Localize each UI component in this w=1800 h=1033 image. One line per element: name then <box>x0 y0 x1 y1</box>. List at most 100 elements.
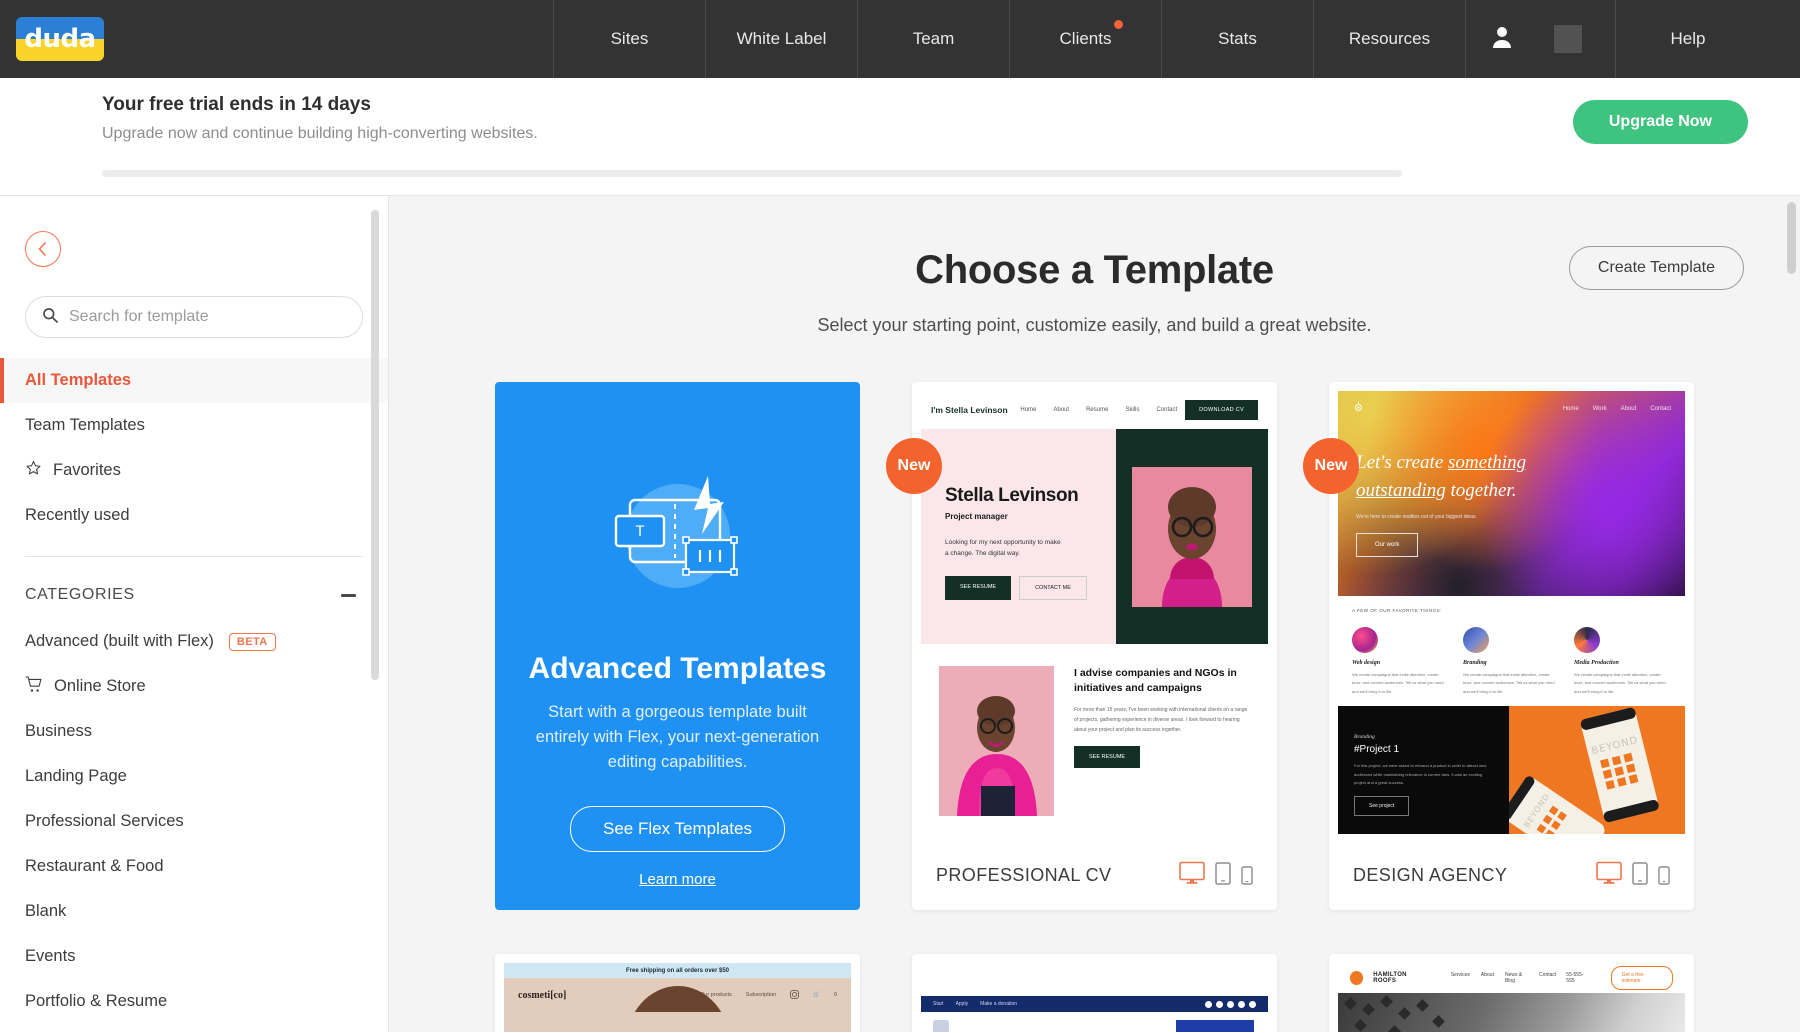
da-project-button: See project <box>1354 796 1410 817</box>
template-card-footer: PROFESSIONAL CV <box>912 846 1277 910</box>
categories-header[interactable]: CATEGORIES <box>0 571 388 619</box>
duda-logo[interactable]: duda <box>16 17 104 61</box>
hr-phone: 55-555-555 <box>1566 972 1584 984</box>
sidebar-item-events[interactable]: Events <box>0 934 388 979</box>
sidebar-item-restaurant-food[interactable]: Restaurant & Food <box>0 844 388 889</box>
sidebar-item-online-store[interactable]: Online Store <box>0 664 388 709</box>
categories-label: CATEGORIES <box>25 586 135 603</box>
sidebar-item-advanced-flex[interactable]: Advanced (built with Flex) BETA <box>0 619 388 664</box>
create-template-button[interactable]: Create Template <box>1568 246 1744 290</box>
learn-more-link[interactable]: Learn more <box>639 871 716 888</box>
cv-hero: Stella Levinson Project manager Looking … <box>921 429 1268 644</box>
da-service-body: We create campaigns that invite attentio… <box>1463 672 1555 694</box>
da-headline-underline: outstanding <box>1356 479 1446 501</box>
nav-label: Clients <box>1059 29 1112 48</box>
template-card-cosmetico[interactable]: Free shipping on all orders over $50 cos… <box>495 954 860 1032</box>
hr-logo-icon <box>1350 971 1364 985</box>
cv-section-two: I advise companies and NGOs in initiativ… <box>921 644 1268 838</box>
lp-nav-link: Apply <box>955 1001 969 1007</box>
sidebar-item-portfolio-resume[interactable]: Portfolio & Resume <box>0 979 388 1024</box>
template-card-hamilton-roofs[interactable]: HAMILTON ROOFS Services About News & Blo… <box>1329 954 1694 1032</box>
cos-brand: cosmeti[co] <box>518 989 567 1001</box>
da-nav-link: About <box>1620 406 1637 412</box>
instagram-icon <box>790 989 799 1001</box>
minus-icon[interactable] <box>341 593 356 597</box>
desktop-icon[interactable] <box>1179 861 1205 890</box>
da-service-blob-icon <box>1463 627 1489 653</box>
da-service-item: Media Production We create campaigns tha… <box>1574 627 1671 696</box>
sidebar-item-business[interactable]: Business <box>0 709 388 754</box>
da-service-body: We create campaigns that invite attentio… <box>1574 672 1666 694</box>
da-service-title: Web design <box>1352 660 1381 666</box>
advanced-card-description: Start with a gorgeous template built ent… <box>535 703 820 771</box>
star-icon <box>25 460 42 482</box>
desktop-icon[interactable] <box>1596 861 1622 890</box>
nav-items: Sites White Label Team Clients Stats Res… <box>553 0 1800 78</box>
nav-item-stats[interactable]: Stats <box>1161 0 1313 78</box>
da-service-blob-icon <box>1352 627 1378 653</box>
nav-item-team[interactable]: Team <box>857 0 1009 78</box>
cv-body: Looking for my next opportunity to make … <box>945 539 1061 558</box>
tablet-icon[interactable] <box>1215 861 1231 890</box>
upgrade-now-button[interactable]: Upgrade Now <box>1572 100 1748 144</box>
nav-item-clients[interactable]: Clients <box>1009 0 1161 78</box>
account-avatar-placeholder[interactable] <box>1554 25 1582 53</box>
sidebar-nav-list: All Templates Team Templates Favorites R… <box>0 358 388 538</box>
da-headline-underline: something <box>1448 452 1527 473</box>
template-card-landing-page[interactable]: Start Apply Make a donation <box>912 954 1277 1032</box>
nav-item-help[interactable]: Help <box>1615 0 1800 78</box>
lp-nav-link: Make a donation <box>980 1001 1018 1007</box>
search-container[interactable] <box>25 296 363 338</box>
see-flex-templates-button[interactable]: See Flex Templates <box>570 806 785 853</box>
mobile-icon[interactable] <box>1658 865 1670 890</box>
sidebar-item-label: Team Templates <box>25 416 145 434</box>
cv-subhead: Project manager <box>945 512 1008 521</box>
da-project-label: Branding <box>1354 734 1375 741</box>
sidebar-item-all-templates[interactable]: All Templates <box>0 358 388 403</box>
template-card-design-agency[interactable]: New Home Work About Contact Let's create… <box>1303 382 1694 910</box>
cart-count: 0 <box>833 992 837 998</box>
advanced-templates-card[interactable]: T Advanced Templates Start with a gorgeo… <box>495 382 860 910</box>
hr-nav-link: Contact <box>1539 972 1557 978</box>
tablet-icon[interactable] <box>1632 861 1648 890</box>
sidebar-item-professional-services[interactable]: Professional Services <box>0 799 388 844</box>
cv-headline: Stella Levinson <box>945 485 1079 506</box>
da-headline: Let's create something outstanding toget… <box>1338 427 1685 504</box>
da-service-blob-icon <box>1574 627 1600 653</box>
sidebar-item-team-templates[interactable]: Team Templates <box>0 403 388 448</box>
sidebar-item-label: Restaurant & Food <box>25 857 164 875</box>
main-scrollbar[interactable] <box>1787 202 1796 274</box>
trial-title: Your free trial ends in 14 days <box>102 94 371 115</box>
lp-preview-nav: Start Apply Make a donation <box>921 996 1268 1012</box>
hr-nav-links: Services About News & Blog Contact <box>1451 972 1557 984</box>
sidebar-item-favorites[interactable]: Favorites <box>0 448 388 493</box>
nav-label: Stats <box>1218 29 1257 48</box>
template-sidebar: All Templates Team Templates Favorites R… <box>0 196 389 1032</box>
back-button[interactable] <box>25 231 61 267</box>
person-icon[interactable] <box>1492 26 1512 52</box>
nav-item-resources[interactable]: Resources <box>1313 0 1465 78</box>
nav-item-sites[interactable]: Sites <box>553 0 705 78</box>
sidebar-item-label: Landing Page <box>25 767 127 785</box>
sidebar-item-landing-page[interactable]: Landing Page <box>0 754 388 799</box>
sidebar-scrollbar[interactable] <box>371 210 379 680</box>
cart-icon <box>25 675 43 698</box>
da-service-body: We create campaigns that invite attentio… <box>1352 672 1444 694</box>
da-nav-link: Work <box>1592 406 1607 412</box>
chevron-left-icon <box>38 242 46 256</box>
da-preview-nav: Home Work About Contact <box>1338 391 1685 427</box>
template-thumbnail: Home Work About Contact Let's create som… <box>1338 391 1685 846</box>
lp-crest-icon <box>933 1020 949 1032</box>
sidebar-item-label: Online Store <box>54 677 146 695</box>
template-name: PROFESSIONAL CV <box>936 864 1112 885</box>
account-menu[interactable] <box>1465 0 1615 78</box>
nav-item-white-label[interactable]: White Label <box>705 0 857 78</box>
da-nav-links: Home Work About Contact <box>1563 406 1671 412</box>
da-service-title: Media Production <box>1574 660 1619 666</box>
template-card-professional-cv[interactable]: New I'm Stella Levinson Home About Resum… <box>886 382 1277 910</box>
mobile-icon[interactable] <box>1241 865 1253 890</box>
search-input[interactable] <box>69 308 346 326</box>
da-service-item: Branding We create campaigns that invite… <box>1463 627 1560 696</box>
sidebar-item-blank[interactable]: Blank <box>0 889 388 934</box>
sidebar-item-recently-used[interactable]: Recently used <box>0 493 388 538</box>
